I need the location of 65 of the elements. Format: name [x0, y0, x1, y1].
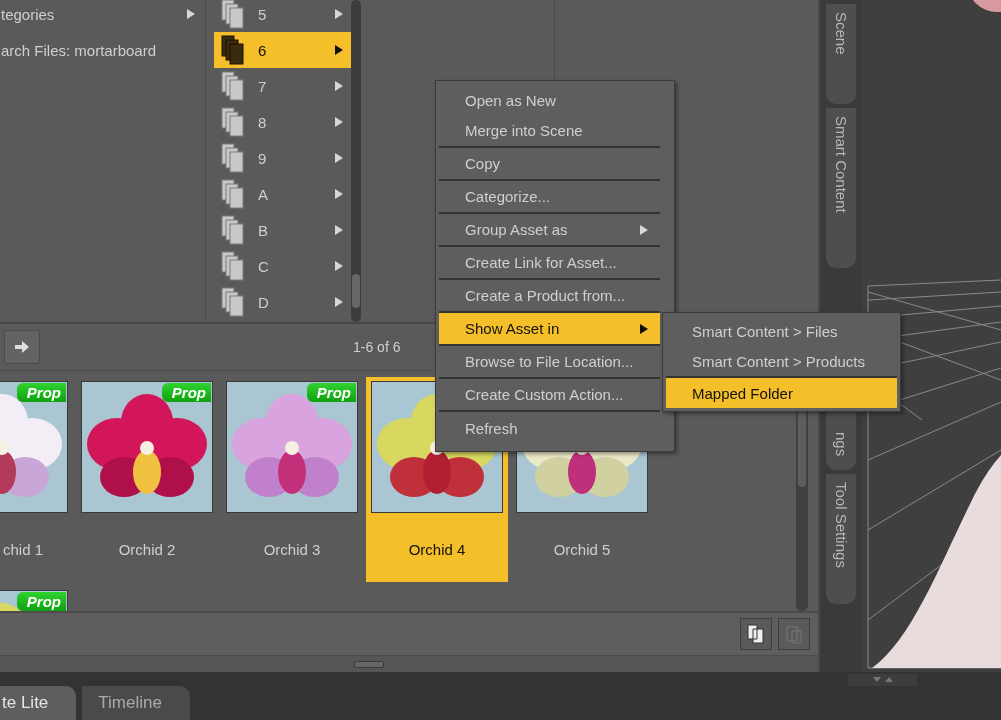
menu-item[interactable]: Create Link for Asset...	[439, 247, 660, 280]
arrow-icon	[640, 323, 648, 334]
arrow-icon	[335, 117, 343, 127]
arrow-icon	[335, 81, 343, 91]
menu-item[interactable]: Categorize...	[439, 181, 660, 214]
prop-badge: Prop	[16, 592, 66, 611]
menu-item[interactable]: Create Custom Action...	[439, 379, 660, 412]
result-count: 1-6 of 6	[353, 339, 401, 355]
prop-badge: Prop	[306, 383, 356, 402]
menu-item[interactable]: Show Asset in	[439, 313, 660, 346]
arrow-icon	[187, 9, 195, 19]
books-icon	[220, 250, 246, 282]
books-icon	[220, 0, 246, 30]
menu-item[interactable]: Mapped Folder	[666, 378, 897, 408]
copy-button[interactable]	[740, 618, 772, 650]
side-tab[interactable]: Tool Settings	[826, 474, 856, 604]
scrollbar[interactable]	[351, 0, 361, 322]
arrow-icon	[335, 153, 343, 163]
prop-badge: Prop	[161, 383, 211, 402]
folder-item[interactable]: D	[214, 284, 351, 320]
arrow-icon	[335, 45, 343, 55]
arrow-icon	[335, 189, 343, 199]
books-icon	[220, 142, 246, 174]
arrow-icon	[15, 341, 29, 353]
side-tab[interactable]: Scene	[826, 4, 856, 104]
arrow-icon	[640, 224, 648, 235]
category-item[interactable]: tegories	[0, 0, 205, 32]
folder-item[interactable]: 7	[214, 68, 351, 104]
pane-tab[interactable]: te Lite	[0, 686, 77, 720]
menu-item[interactable]: Copy	[439, 148, 660, 181]
arrow-icon	[335, 9, 343, 19]
arrow-icon	[335, 297, 343, 307]
folder-item[interactable]: C	[214, 248, 351, 284]
menu-item[interactable]: Open as New	[439, 85, 660, 115]
asset-label: Orchid 4	[408, 541, 466, 558]
category-item[interactable]: arch Files: mortarboard	[0, 32, 205, 68]
books-icon	[220, 70, 246, 102]
asset-label: Orchid 3	[263, 541, 321, 558]
menu-item[interactable]: Browse to File Location...	[439, 346, 660, 379]
folder-item[interactable]: 6	[214, 32, 351, 68]
books-icon	[220, 178, 246, 210]
folder-item[interactable]: B	[214, 212, 351, 248]
forward-button[interactable]	[4, 330, 40, 364]
collapse-icon	[871, 676, 895, 684]
folder-item[interactable]: A	[214, 176, 351, 212]
asset-label: Orchid 5	[553, 541, 611, 558]
side-tab[interactable]: Smart Content	[826, 108, 856, 268]
arrow-icon	[335, 225, 343, 235]
asset-label: chid 1	[2, 541, 43, 558]
folder-item[interactable]: 8	[214, 104, 351, 140]
arrow-icon	[335, 261, 343, 271]
books-icon	[220, 214, 246, 246]
copy-icon	[747, 624, 765, 644]
asset-label: Orchid 2	[118, 541, 176, 558]
prop-badge: Prop	[16, 383, 66, 402]
books-icon	[220, 286, 246, 318]
pane-tab[interactable]: Timeline	[82, 686, 190, 720]
menu-item[interactable]: Smart Content > Files	[666, 316, 897, 346]
books-icon	[220, 106, 246, 138]
folder-item[interactable]: 5	[214, 0, 351, 32]
menu-item[interactable]: Merge into Scene	[439, 115, 660, 148]
folder-item[interactable]: 9	[214, 140, 351, 176]
menu-item[interactable]: Group Asset as	[439, 214, 660, 247]
books-icon	[220, 34, 246, 66]
splitter-handle[interactable]	[354, 660, 384, 668]
